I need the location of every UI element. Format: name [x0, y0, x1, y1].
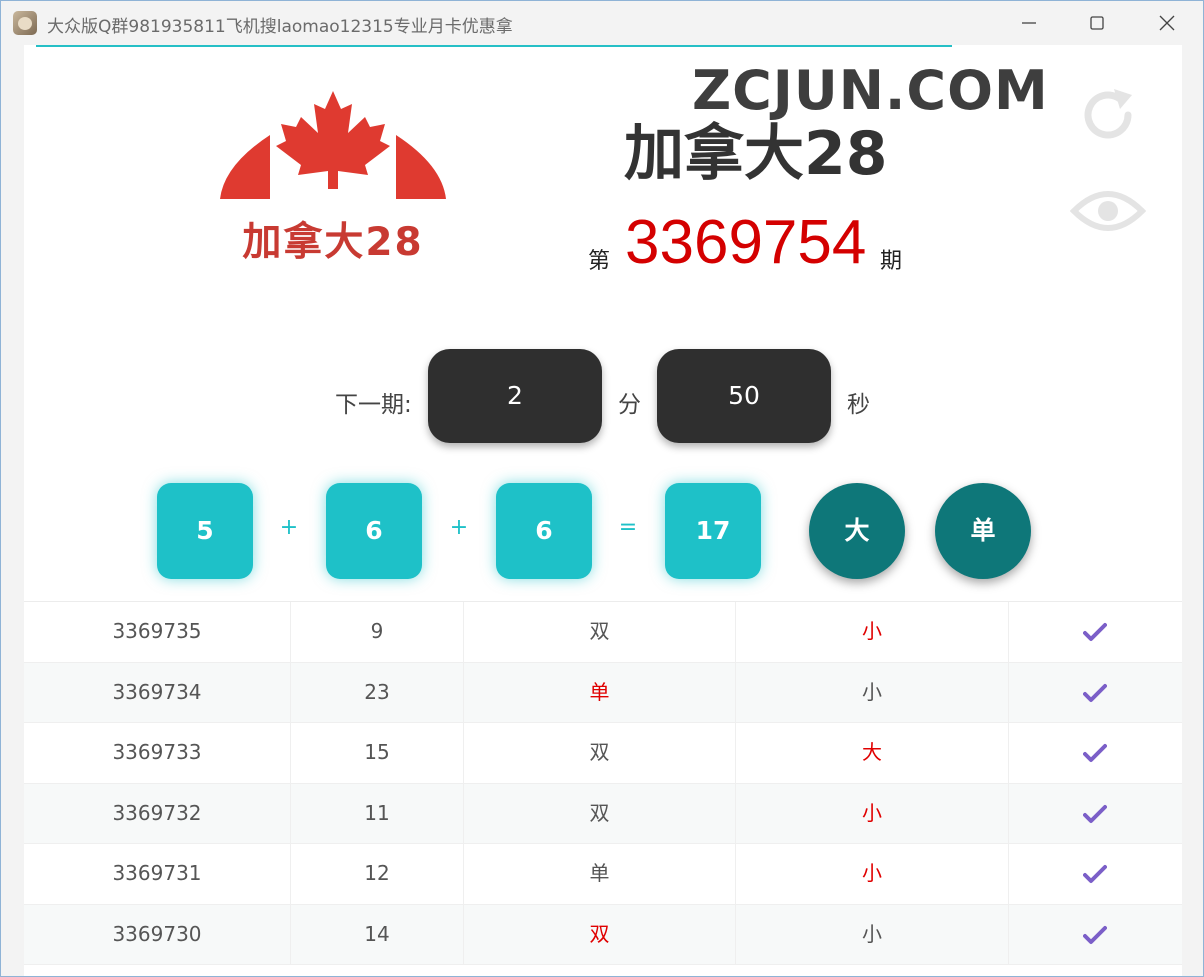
table-row[interactable]: 3369735 9 双小 — [24, 602, 1182, 663]
check-icon — [1083, 744, 1107, 762]
history-period: 3369734 — [24, 662, 291, 722]
table-row[interactable]: 3369732 11 双小 — [24, 783, 1182, 844]
check-icon — [1083, 865, 1107, 883]
loading-progress-line — [36, 45, 952, 47]
seconds-unit: 秒 — [847, 392, 870, 418]
table-row[interactable]: 3369731 12 单小 — [24, 844, 1182, 905]
history-period: 3369735 — [24, 602, 291, 662]
window-title: 大众版Q群981935811飞机搜laomao12315专业月卡优惠拿 — [47, 17, 513, 37]
eye-icon[interactable] — [1069, 185, 1147, 241]
history-sum: 11 — [291, 783, 464, 843]
equals-sign: = — [618, 515, 638, 540]
history-status — [1009, 723, 1182, 783]
history-parity: 单 — [464, 844, 736, 904]
history-size: 小 — [736, 904, 1009, 964]
maximize-button[interactable] — [1067, 1, 1127, 45]
history-sum: 14 — [291, 904, 464, 964]
refresh-icon[interactable] — [1076, 83, 1140, 151]
history-sum: 23 — [291, 662, 464, 722]
history-sum: 12 — [291, 844, 464, 904]
maple-leaf-icon — [220, 91, 446, 199]
history-size: 大 — [736, 723, 1009, 783]
table-row[interactable]: 3369730 14 双小 — [24, 904, 1182, 965]
history-period: 3369732 — [24, 783, 291, 843]
minutes-unit: 分 — [618, 392, 641, 418]
history-size: 小 — [736, 662, 1009, 722]
history-size: 小 — [736, 844, 1009, 904]
app-window: 大众版Q群981935811飞机搜laomao12315专业月卡优惠拿 加拿大2… — [0, 0, 1204, 977]
game-logo: 加拿大28 — [220, 75, 446, 301]
history-sum: 15 — [291, 723, 464, 783]
minimize-icon — [1022, 22, 1036, 24]
size-tag: 大 — [809, 483, 905, 579]
app-icon — [13, 11, 37, 35]
history-period: 3369731 — [24, 844, 291, 904]
history-table: 3369735 9 双小 3369734 23 单小 3369733 15 双大 3369732 1… — [24, 601, 1182, 965]
history-status — [1009, 602, 1182, 662]
logo-text: 加拿大28 — [242, 220, 424, 265]
history-size: 小 — [736, 602, 1009, 662]
parity-tag: 单 — [935, 483, 1031, 579]
history-status — [1009, 663, 1182, 723]
result-ball-3: 6 — [496, 483, 592, 579]
close-icon — [1159, 15, 1175, 31]
plus-sign: + — [279, 515, 299, 540]
close-button[interactable] — [1137, 1, 1197, 45]
check-icon — [1083, 925, 1107, 944]
next-period-label: 下一期: — [335, 392, 412, 418]
period-suffix: 期 — [880, 249, 903, 274]
result-ball-1: 5 — [157, 483, 253, 579]
main-content: 加拿大28 ZCJUN.COM 加拿大28 第 3369754 期 下一期: 2… — [24, 45, 1182, 976]
maximize-icon — [1090, 16, 1104, 30]
history-parity: 双 — [464, 904, 736, 964]
history-size: 小 — [736, 783, 1009, 843]
table-row[interactable]: 3369733 15 双大 — [24, 723, 1182, 784]
countdown-seconds: 50 — [657, 349, 831, 443]
history-parity: 双 — [464, 783, 736, 843]
title-bar: 大众版Q群981935811飞机搜laomao12315专业月卡优惠拿 — [1, 1, 1203, 45]
history-sum: 9 — [291, 602, 464, 662]
table-row[interactable]: 3369734 23 单小 — [24, 662, 1182, 723]
result-sum: 17 — [665, 483, 761, 579]
result-ball-2: 6 — [326, 483, 422, 579]
minimize-button[interactable] — [999, 1, 1059, 45]
history-period: 3369733 — [24, 723, 291, 783]
history-status — [1009, 844, 1182, 904]
history-status — [1009, 784, 1182, 844]
check-icon — [1083, 804, 1107, 823]
countdown-minutes: 2 — [428, 349, 602, 443]
current-period-number: 3369754 — [625, 208, 867, 277]
plus-sign: + — [449, 515, 469, 540]
game-title: 加拿大28 — [624, 119, 888, 189]
history-status — [1009, 905, 1182, 965]
check-icon — [1083, 683, 1107, 702]
history-parity: 双 — [464, 723, 736, 783]
period-prefix: 第 — [588, 249, 611, 274]
history-parity: 单 — [464, 662, 736, 722]
check-icon — [1083, 623, 1107, 641]
history-period: 3369730 — [24, 904, 291, 964]
history-parity: 双 — [464, 602, 736, 662]
